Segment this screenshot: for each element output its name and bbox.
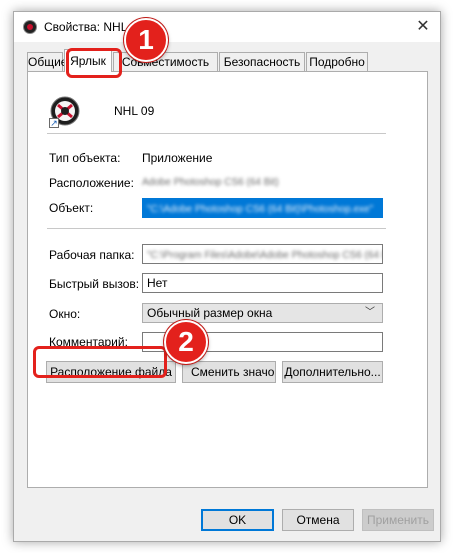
ok-button[interactable]: OK (201, 509, 274, 531)
target-label: Объект: (49, 201, 94, 215)
title-bar: Свойства: NHL ✕ (14, 12, 440, 42)
apply-button[interactable]: Применить (362, 509, 434, 531)
step-2-badge: 2 (164, 320, 208, 364)
hotkey-label: Быстрый вызов: (49, 277, 140, 291)
shortcut-tab-panel: ↗ NHL 09 Тип объекта: Приложение Располо… (27, 71, 428, 488)
hotkey-field[interactable]: Нет (142, 273, 383, 293)
target-value: "C:\Adobe Photoshop CS6 (64 Bit)\Photosh… (147, 204, 374, 215)
nhl-app-icon (23, 20, 37, 34)
window-mode-select[interactable]: Обычный размер окна ﹀ (142, 303, 383, 323)
chevron-down-icon: ﹀ (365, 307, 375, 318)
properties-dialog: Свойства: NHL ✕ Общие Ярлык Совместимост… (13, 11, 441, 542)
cancel-button[interactable]: Отмена (282, 509, 354, 531)
tab-general[interactable]: Общие (27, 52, 67, 71)
shortcut-arrow-icon: ↗ (49, 118, 59, 128)
workdir-value: "C:\Program Files\Adobe\Adobe Photoshop … (147, 250, 383, 261)
step-1-badge: 1 (124, 18, 168, 62)
nhl-09-app-icon: ↗ (49, 96, 81, 128)
type-value: Приложение (142, 151, 213, 165)
tab-security[interactable]: Безопасность (219, 52, 305, 71)
separator (47, 133, 386, 134)
workdir-label: Рабочая папка: (49, 248, 135, 262)
step-2-highlight (33, 346, 167, 378)
tab-details[interactable]: Подробно (306, 52, 368, 71)
workdir-field[interactable]: "C:\Program Files\Adobe\Adobe Photoshop … (142, 244, 383, 264)
advanced-button[interactable]: Дополнительно... (282, 361, 383, 383)
type-label: Тип объекта: (49, 151, 121, 165)
separator (47, 228, 386, 229)
window-mode-label: Окно: (49, 307, 81, 321)
window-title: Свойства: NHL (44, 20, 128, 34)
window-mode-value: Обычный размер окна (147, 306, 273, 320)
shortcut-name: NHL 09 (114, 104, 155, 118)
location-value: Adobe Photoshop CS6 (64 Bit) (142, 177, 279, 188)
location-label: Расположение: (49, 176, 134, 190)
tab-compatibility[interactable]: Совместимость (113, 52, 218, 71)
close-icon[interactable]: ✕ (406, 12, 440, 42)
step-1-highlight (66, 48, 122, 78)
target-field[interactable]: "C:\Adobe Photoshop CS6 (64 Bit)\Photosh… (142, 198, 383, 218)
change-icon-button[interactable]: Сменить значок... (182, 361, 276, 383)
